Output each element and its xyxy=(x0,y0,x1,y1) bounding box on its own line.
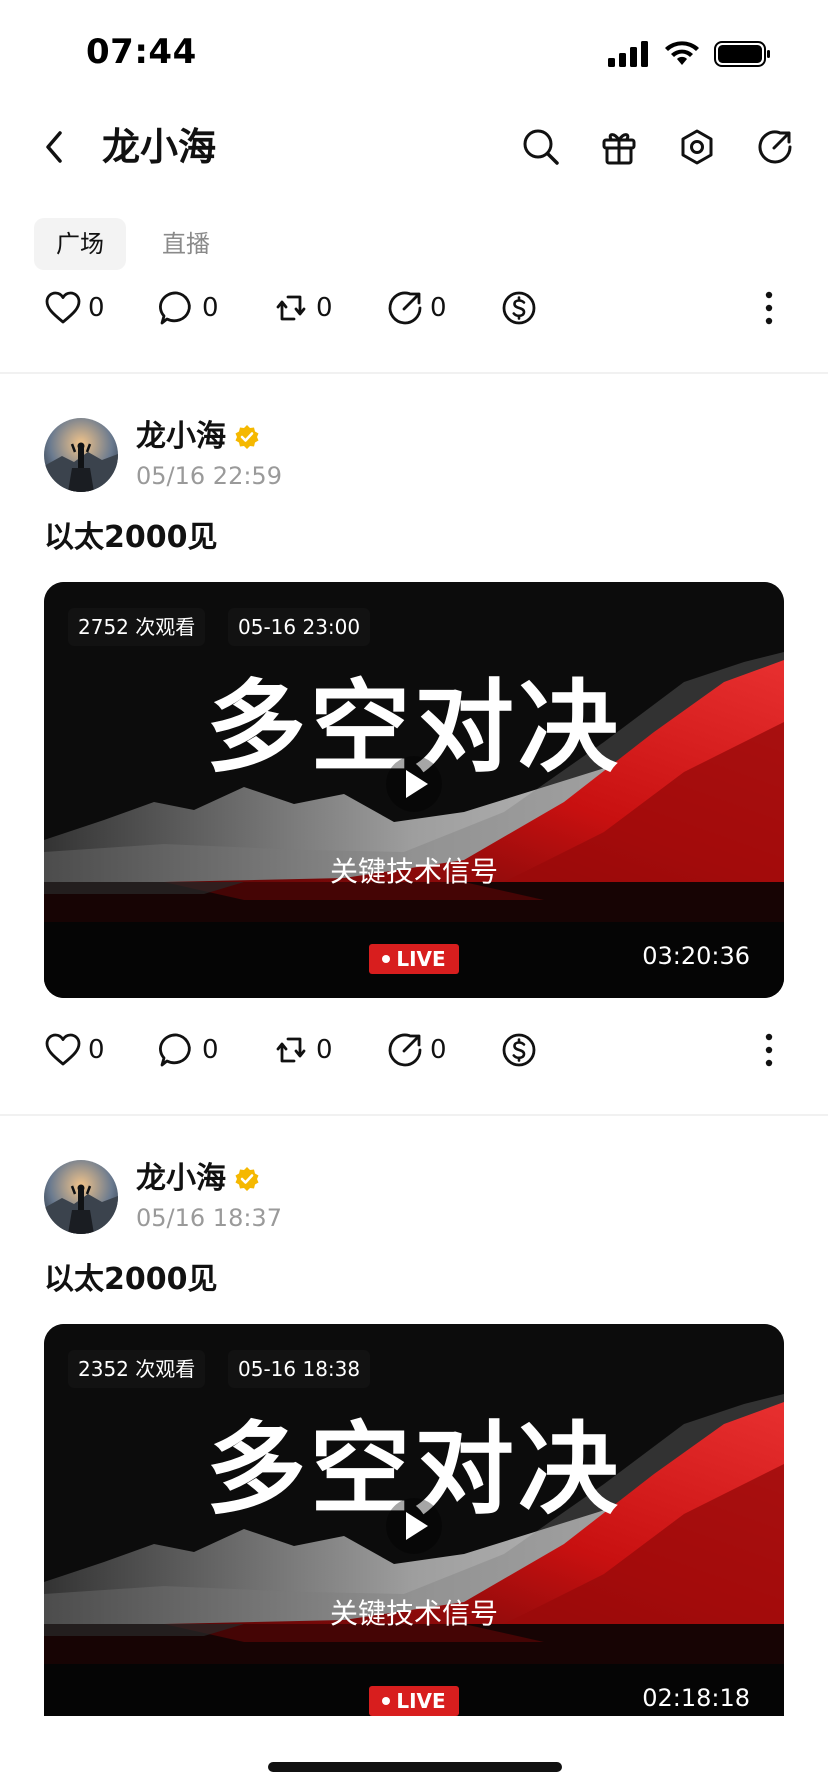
tip-button[interactable] xyxy=(500,289,614,327)
video-subtitle: 关键技术信号 xyxy=(329,855,498,888)
like-button[interactable]: 0 xyxy=(44,289,158,327)
video-card[interactable]: 2752 次观看 05-16 23:00 多空对决 关键技术信号 LIVE 03… xyxy=(44,582,784,998)
share-icon xyxy=(388,291,422,325)
search-icon xyxy=(523,129,559,165)
video-duration: 03:20:36 xyxy=(642,942,750,970)
comment-icon xyxy=(159,1033,191,1067)
dollar-coin-icon xyxy=(502,1033,536,1067)
more-button[interactable] xyxy=(754,1028,784,1072)
post-text: 以太2000见 xyxy=(44,520,218,555)
tab-bar: 广场 直播 xyxy=(34,218,232,270)
post-text: 以太2000见 xyxy=(44,1262,218,1297)
status-bar: 07:44 xyxy=(0,0,828,100)
live-badge: LIVE xyxy=(369,944,459,974)
divider xyxy=(0,1114,828,1116)
page-title: 龙小海 xyxy=(102,125,217,169)
tip-button[interactable] xyxy=(500,1031,614,1069)
comment-count: 0 xyxy=(202,293,219,323)
dollar-coin-icon xyxy=(502,291,536,325)
repost-icon xyxy=(276,1037,306,1063)
nav-actions xyxy=(516,122,800,172)
battery-icon xyxy=(714,41,770,67)
share-post-button[interactable]: 0 xyxy=(386,289,500,327)
share-post-button[interactable]: 0 xyxy=(386,1031,500,1069)
author-name[interactable]: 龙小海 xyxy=(136,418,226,456)
view-count-badge: 2752 次观看 xyxy=(68,608,206,646)
post-header: 龙小海 05/16 18:37 xyxy=(44,1160,784,1240)
more-button[interactable] xyxy=(754,286,784,330)
share-button[interactable] xyxy=(750,122,800,172)
like-count: 0 xyxy=(88,293,105,323)
verified-badge-icon xyxy=(235,1167,259,1191)
back-icon xyxy=(46,131,62,163)
comment-icon xyxy=(159,291,191,325)
comment-button[interactable]: 0 xyxy=(158,1031,272,1069)
live-badge: LIVE xyxy=(369,1686,459,1716)
share-icon xyxy=(758,130,792,164)
like-button[interactable]: 0 xyxy=(44,1031,158,1069)
heart-icon xyxy=(45,291,81,324)
verified-badge-icon xyxy=(235,425,259,449)
repost-icon xyxy=(276,295,306,321)
repost-count: 0 xyxy=(316,293,333,323)
status-time: 07:44 xyxy=(86,32,197,72)
video-duration: 02:18:18 xyxy=(642,1684,750,1712)
post-time: 05/16 22:59 xyxy=(136,462,282,490)
author-name[interactable]: 龙小海 xyxy=(136,1160,226,1198)
cellular-signal-icon xyxy=(608,41,648,67)
live-dot-icon xyxy=(382,955,391,963)
top-action-bar: 0 0 0 0 xyxy=(44,286,784,330)
tab-live[interactable]: 直播 xyxy=(140,218,232,270)
more-vertical-icon xyxy=(765,1033,773,1067)
nav-bar: 龙小海 xyxy=(0,112,828,182)
share-icon xyxy=(388,1033,422,1067)
date-badge: 05-16 23:00 xyxy=(228,608,371,646)
share-count: 0 xyxy=(430,293,447,323)
heart-icon xyxy=(45,1033,81,1066)
comment-count: 0 xyxy=(202,1035,219,1065)
search-button[interactable] xyxy=(516,122,566,172)
settings-button[interactable] xyxy=(672,122,722,172)
live-dot-icon xyxy=(382,1697,391,1705)
gift-icon xyxy=(602,133,636,165)
avatar[interactable] xyxy=(44,1160,118,1234)
live-label: LIVE xyxy=(396,947,446,971)
video-subtitle: 关键技术信号 xyxy=(329,1597,498,1630)
repost-button[interactable]: 0 xyxy=(272,289,386,327)
date-badge: 05-16 18:38 xyxy=(228,1350,371,1388)
status-icons xyxy=(608,40,772,68)
wifi-icon xyxy=(665,41,699,65)
home-indicator[interactable] xyxy=(268,1762,562,1772)
post-time: 05/16 18:37 xyxy=(136,1204,282,1232)
post-action-bar: 0 0 0 0 xyxy=(44,1028,784,1072)
back-button[interactable] xyxy=(32,122,76,172)
video-card[interactable]: 2352 次观看 05-16 18:38 多空对决 关键技术信号 LIVE 02… xyxy=(44,1324,784,1716)
view-count-badge: 2352 次观看 xyxy=(68,1350,206,1388)
comment-button[interactable]: 0 xyxy=(158,289,272,327)
play-icon[interactable] xyxy=(384,1496,444,1556)
avatar[interactable] xyxy=(44,418,118,492)
settings-icon xyxy=(681,129,713,165)
repost-count: 0 xyxy=(316,1035,333,1065)
share-count: 0 xyxy=(430,1035,447,1065)
repost-button[interactable]: 0 xyxy=(272,1031,386,1069)
post-header: 龙小海 05/16 22:59 xyxy=(44,418,784,498)
more-vertical-icon xyxy=(765,291,773,325)
live-label: LIVE xyxy=(396,1689,446,1713)
like-count: 0 xyxy=(88,1035,105,1065)
tab-square[interactable]: 广场 xyxy=(34,218,126,270)
divider xyxy=(0,372,828,374)
play-icon[interactable] xyxy=(384,754,444,814)
gift-button[interactable] xyxy=(594,122,644,172)
